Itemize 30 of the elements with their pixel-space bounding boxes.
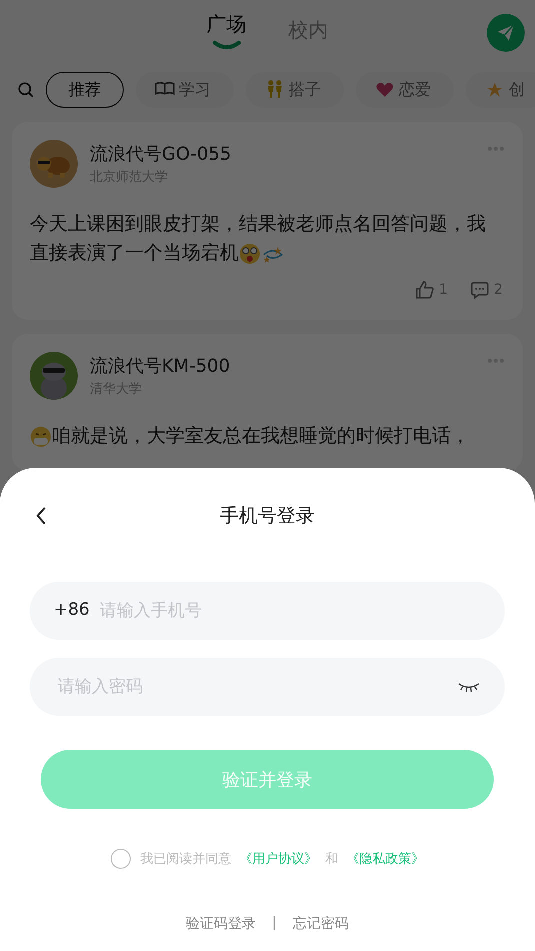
post-text: 咱就是说，大学室友总在我想睡觉的时候打电话，: [52, 424, 470, 449]
post-text: 直接表演了一个当场宕机: [30, 241, 239, 266]
paper-plane-icon: [496, 23, 516, 43]
country-code[interactable]: +86: [54, 600, 90, 620]
heart-icon: [375, 80, 395, 100]
code-login-link[interactable]: 验证码登录: [186, 915, 256, 933]
terms-link[interactable]: 《用户协议》: [240, 850, 318, 868]
agree-checkbox[interactable]: [110, 849, 130, 869]
search-icon[interactable]: [18, 82, 34, 98]
tab-indicator: [212, 40, 242, 50]
agreement-text: 我已阅读并同意: [140, 851, 232, 868]
author-name: 流浪代号GO-055: [90, 143, 232, 166]
avatar-icon: [30, 140, 78, 188]
post-text: 今天上课困到眼皮打架，结果被老师点名回答问题，我: [30, 212, 486, 237]
thumbs-up-icon[interactable]: [415, 280, 436, 300]
privacy-link[interactable]: 《隐私政策》: [346, 850, 424, 868]
people-icon: [265, 80, 285, 100]
closed-eye-icon[interactable]: [457, 681, 481, 693]
category-chip[interactable]: 推荐: [46, 72, 124, 108]
author-name: 流浪代号KM-500: [90, 355, 232, 378]
comment-icon[interactable]: [470, 280, 490, 300]
avatar-icon: [30, 352, 78, 400]
emoji-icon: [30, 426, 52, 448]
emoji-icon: [239, 242, 261, 264]
top-tab[interactable]: 广场: [206, 10, 246, 58]
forgot-password-link[interactable]: 忘记密码: [292, 915, 349, 933]
sheet-title: 手机号登录: [220, 504, 315, 529]
agreement-text: 和: [326, 851, 338, 868]
send-button[interactable]: [487, 14, 525, 52]
separator: |: [272, 915, 277, 933]
